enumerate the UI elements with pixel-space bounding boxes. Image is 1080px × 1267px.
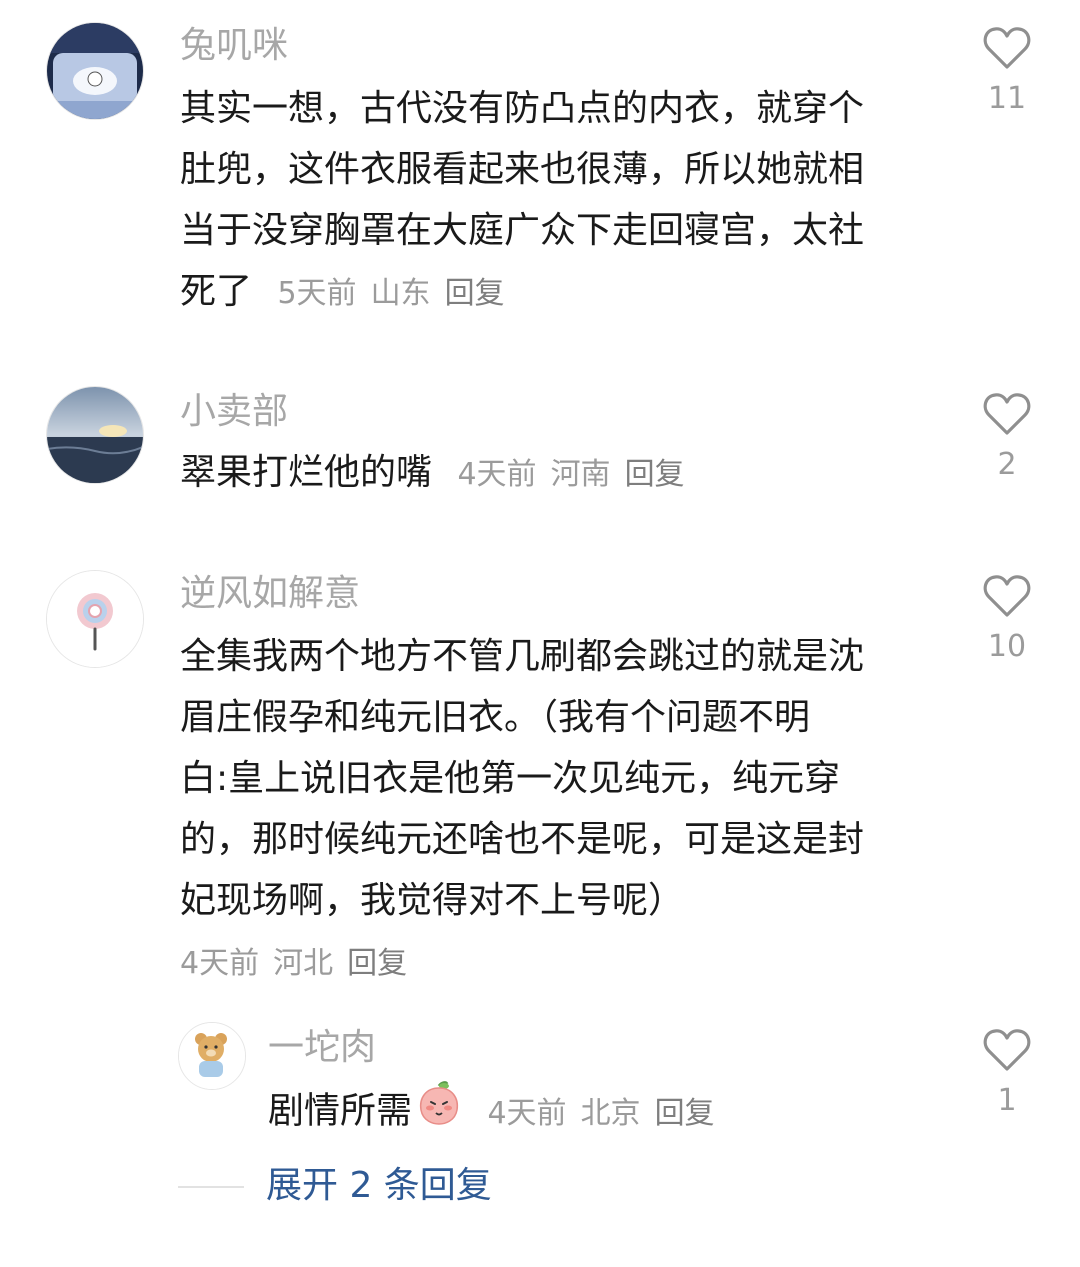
comment-time: 4天前 <box>457 457 537 492</box>
reply-text: 剧情所需 4天前 北京 回复 <box>268 1080 968 1145</box>
comment-location: 山东 <box>370 276 431 311</box>
avatar[interactable] <box>46 570 144 668</box>
reply-button[interactable]: 回复 <box>347 946 407 981</box>
like-button[interactable]: 2 <box>982 392 1032 482</box>
lollipop-avatar-icon <box>47 571 143 667</box>
comment-time: 5天前 <box>277 276 357 311</box>
comment-meta: 4天前 河北 回复 <box>180 944 421 984</box>
comment-line: 的，那时候纯元还啥也不是呢，可是这是封 <box>180 819 865 860</box>
comment-text: 其实一想，古代没有防凸点的内衣，就穿个 肚兜，这件衣服看起来也很薄，所以她就相 … <box>180 78 950 324</box>
reply-time: 4天前 <box>487 1095 567 1131</box>
reply-button[interactable]: 回复 <box>625 457 685 492</box>
expand-divider <box>178 1186 244 1188</box>
like-count: 1 <box>997 1083 1017 1118</box>
comment-meta: 4天前 河南 回复 <box>457 457 698 492</box>
comment-line: 肚兜，这件衣服看起来也很薄，所以她就相 <box>180 149 865 190</box>
comment-line: 妃现场啊，我觉得对不上号呢） <box>180 880 685 921</box>
avatar[interactable] <box>46 386 144 484</box>
reply-button[interactable]: 回复 <box>655 1096 715 1131</box>
like-count: 11 <box>987 81 1027 116</box>
heart-icon <box>983 393 1031 435</box>
comment-text: 全集我两个地方不管几刷都会跳过的就是沈 眉庄假孕和纯元旧衣。（我有个问题不明 白… <box>180 626 950 931</box>
avatar[interactable] <box>178 1022 246 1090</box>
comment-line: 全集我两个地方不管几刷都会跳过的就是沈 <box>180 636 865 677</box>
comment-line: 翠果打烂他的嘴 <box>180 452 433 493</box>
like-count: 10 <box>987 629 1027 664</box>
like-button[interactable]: 11 <box>982 26 1032 116</box>
avatar[interactable] <box>46 22 144 120</box>
heart-icon <box>983 27 1031 69</box>
comment-last-line: 死了 5天前 山东 回复 <box>180 261 950 324</box>
heart-icon <box>983 1029 1031 1071</box>
comment-line: 眉庄假孕和纯元旧衣。（我有个问题不明 <box>180 697 811 738</box>
reply-button[interactable]: 回复 <box>445 276 505 311</box>
comment-meta: 5天前 山东 回复 <box>277 276 518 311</box>
comment-location: 河北 <box>273 946 334 981</box>
comment-username[interactable]: 兔叽咪 <box>180 24 288 68</box>
cat-in-bed-avatar-icon <box>47 23 143 119</box>
reply-username[interactable]: 一坨肉 <box>268 1026 376 1070</box>
expand-replies-link[interactable]: 展开 2 条回复 <box>266 1164 492 1208</box>
sunset-sea-avatar-icon <box>47 387 143 483</box>
comment-line: 当于没穿胸罩在大庭广众下走回寝宫，太社 <box>180 210 865 251</box>
reply-content: 剧情所需 <box>268 1090 413 1132</box>
comment-text: 翠果打烂他的嘴 4天前 河南 回复 <box>180 442 950 505</box>
comment-username[interactable]: 小卖部 <box>180 390 288 434</box>
like-button[interactable]: 10 <box>982 574 1032 664</box>
comment-line: 白:皇上说旧衣是他第一次见纯元，纯元穿 <box>180 758 841 799</box>
like-button[interactable]: 1 <box>982 1028 1032 1118</box>
comment-line: 死了 <box>180 271 253 312</box>
comment-location: 河南 <box>550 457 611 492</box>
bear-avatar-icon <box>179 1023 245 1089</box>
peach-shy-emoji-icon <box>416 1080 462 1145</box>
comment-username[interactable]: 逆风如解意 <box>180 572 360 616</box>
comment-time: 4天前 <box>180 946 260 981</box>
comment-line: 其实一想，古代没有防凸点的内衣，就穿个 <box>180 88 865 129</box>
heart-icon <box>983 575 1031 617</box>
reply-meta: 4天前 北京 回复 <box>487 1096 728 1131</box>
like-count: 2 <box>997 447 1017 482</box>
reply-location: 北京 <box>580 1095 641 1131</box>
